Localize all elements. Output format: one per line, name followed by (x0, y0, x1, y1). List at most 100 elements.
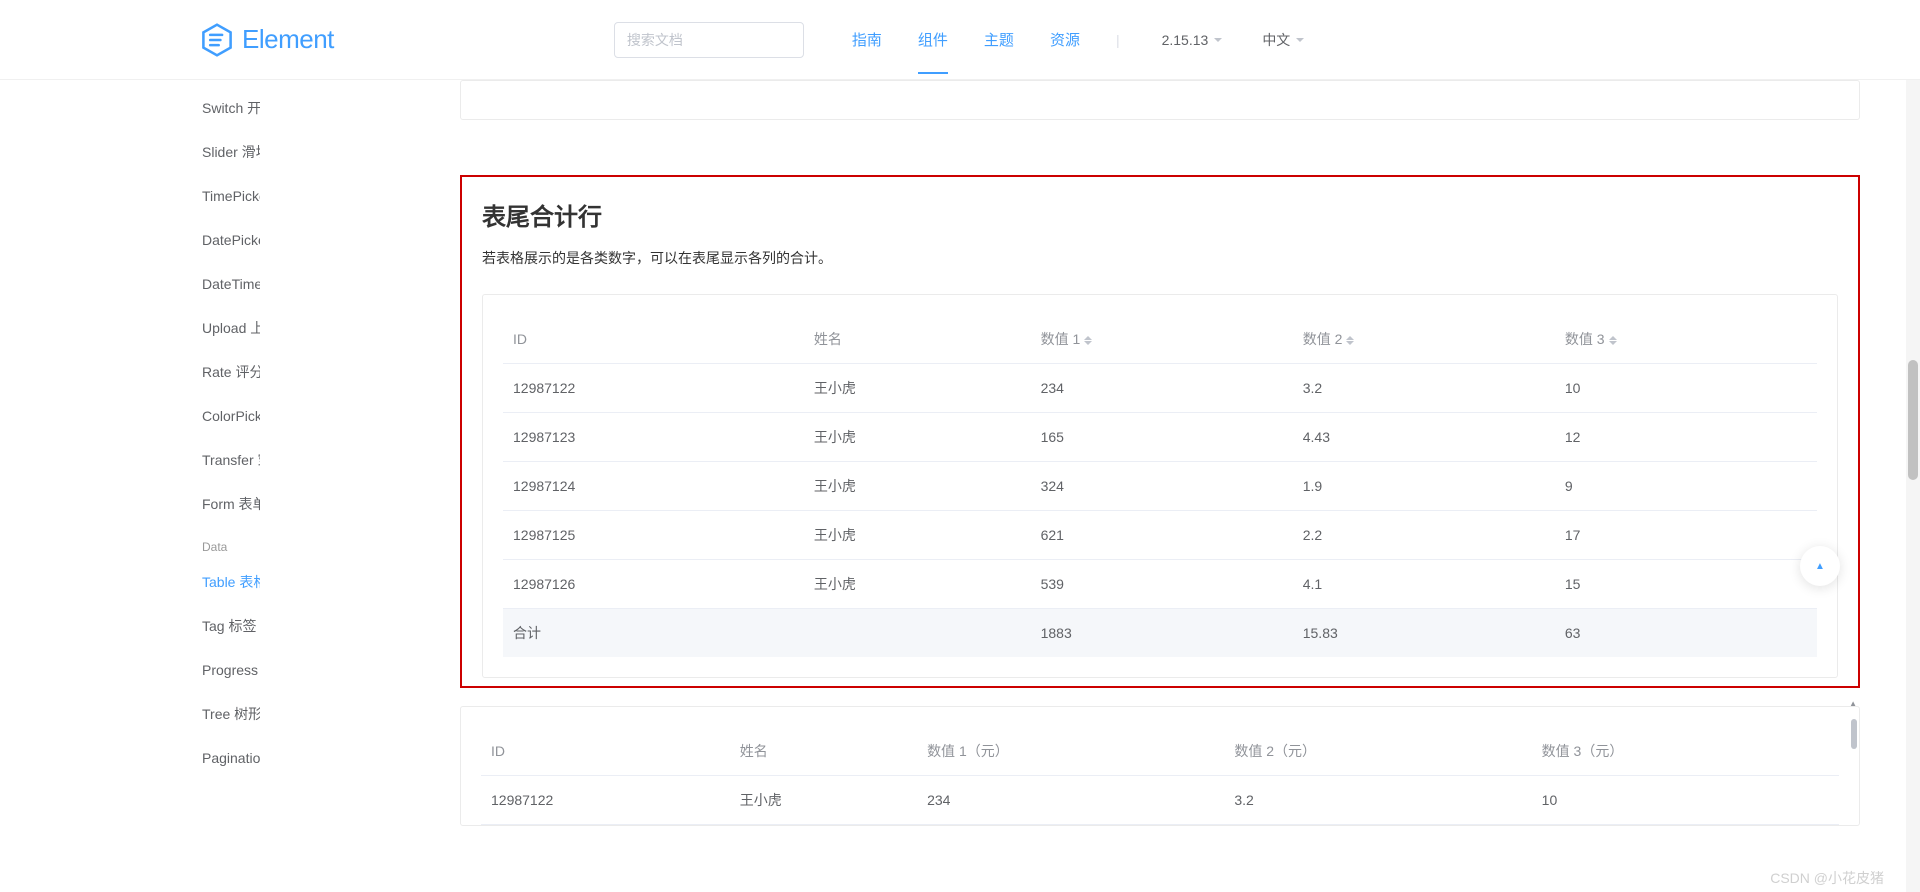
th-amount1[interactable]: 数值 1（元） (917, 727, 1224, 776)
th-id[interactable]: ID (503, 315, 804, 364)
th-amount3[interactable]: 数值 3 (1555, 315, 1817, 364)
table-cell: 9 (1555, 462, 1817, 511)
sidebar-item-progress[interactable]: Progress 进度条 (202, 648, 260, 692)
prev-demo-card-bottom (460, 80, 1860, 120)
table-cell: 621 (1031, 511, 1293, 560)
table-cell: 12 (1555, 413, 1817, 462)
table-cell: 165 (1031, 413, 1293, 462)
main-nav: 指南 组件 主题 资源 | 2.15.13 中文 (834, 5, 1904, 74)
chevron-down-icon (1296, 38, 1304, 46)
footer-cell: 合计 (503, 609, 804, 658)
chevron-down-icon (1214, 38, 1222, 46)
sidebar-item-timepicker[interactable]: TimePicker 时间选择器 (202, 174, 260, 218)
th-amount2[interactable]: 数值 2 (1293, 315, 1555, 364)
sidebar-item-form[interactable]: Form 表单 (202, 482, 260, 526)
table-cell: 王小虎 (804, 462, 1031, 511)
sidebar-item-colorpicker[interactable]: ColorPicker 颜色选择器 (202, 394, 260, 438)
demo-block-2: ▲ ID 姓名 数值 1（元） 数值 2（元） 数值 3（元） 12987122… (460, 706, 1860, 826)
table-cell: 234 (1031, 364, 1293, 413)
brand-logo[interactable]: Element (200, 23, 334, 57)
table-cell: 王小虎 (804, 560, 1031, 609)
table-row[interactable]: 12987122王小虎2343.210 (503, 364, 1817, 413)
page-scrollbar-track[interactable] (1906, 80, 1920, 892)
sidebar-item-datepicker[interactable]: DatePicker 日期选择器 (202, 218, 260, 262)
sidebar-item-datetimepicker[interactable]: DateTimePicker 日期时间选择器 (202, 262, 260, 306)
table-cell: 3.2 (1224, 776, 1531, 825)
language-dropdown[interactable]: 中文 (1262, 5, 1304, 74)
summary-table-2: ID 姓名 数值 1（元） 数值 2（元） 数值 3（元） 12987122王小… (481, 727, 1839, 825)
footer-cell: 15.83 (1293, 609, 1555, 658)
table-cell: 王小虎 (804, 511, 1031, 560)
version-text: 2.15.13 (1162, 32, 1209, 48)
sidebar: Switch 开关 Slider 滑块 TimePicker 时间选择器 Dat… (0, 80, 260, 892)
table-cell: 12987126 (503, 560, 804, 609)
sidebar-item-slider[interactable]: Slider 滑块 (202, 130, 260, 174)
sidebar-item-rate[interactable]: Rate 评分 (202, 350, 260, 394)
back-to-top-button[interactable]: ▲ (1800, 546, 1840, 586)
footer-cell (804, 609, 1031, 658)
table-cell: 539 (1031, 560, 1293, 609)
table-cell: 12987122 (503, 364, 804, 413)
sidebar-group-data: Data (202, 526, 260, 560)
section-title: 表尾合计行 (482, 197, 1838, 232)
brand-text: Element (242, 24, 334, 55)
page-scrollbar-thumb[interactable] (1908, 360, 1918, 480)
sidebar-item-transfer[interactable]: Transfer 穿梭框 (202, 438, 260, 482)
table-row[interactable]: 12987122王小虎2343.210 (481, 776, 1839, 825)
table-cell: 王小虎 (730, 776, 917, 825)
sort-caret-icon[interactable] (1084, 332, 1092, 349)
search-box (614, 22, 804, 58)
scroll-up-icon[interactable]: ▲ (1849, 699, 1857, 708)
th-amount3[interactable]: 数值 3（元） (1532, 727, 1839, 776)
sidebar-item-switch[interactable]: Switch 开关 (202, 86, 260, 130)
table-cell: 12987125 (503, 511, 804, 560)
table-cell: 4.1 (1293, 560, 1555, 609)
nav-components[interactable]: 组件 (918, 5, 948, 74)
th-amount1[interactable]: 数值 1 (1031, 315, 1293, 364)
nav-separator: | (1116, 32, 1120, 48)
th-name[interactable]: 姓名 (730, 727, 917, 776)
nav-theme[interactable]: 主题 (984, 5, 1014, 74)
table-row[interactable]: 12987123王小虎1654.4312 (503, 413, 1817, 462)
th-amount2[interactable]: 数值 2（元） (1224, 727, 1531, 776)
table-cell: 王小虎 (804, 413, 1031, 462)
sort-caret-icon[interactable] (1609, 332, 1617, 349)
logo-icon (200, 23, 234, 57)
table-cell: 2.2 (1293, 511, 1555, 560)
footer-cell: 1883 (1031, 609, 1293, 658)
search-input[interactable] (614, 22, 804, 58)
sort-caret-icon[interactable] (1346, 332, 1354, 349)
footer-cell: 63 (1555, 609, 1817, 658)
sidebar-item-tree[interactable]: Tree 树形控件 (202, 692, 260, 736)
content: 表尾合计行 若表格展示的是各类数字，可以在表尾显示各列的合计。 ID 姓名 数值… (460, 80, 1920, 892)
summary-table-1: ID 姓名 数值 1 数值 2 数值 3 12987122王小虎2343.210… (503, 315, 1817, 657)
table-row[interactable]: 12987126王小虎5394.115 (503, 560, 1817, 609)
sidebar-item-pagination[interactable]: Pagination 分页 (202, 736, 260, 780)
table-cell: 3.2 (1293, 364, 1555, 413)
sidebar-item-table[interactable]: Table 表格 (202, 560, 260, 604)
table-cell: 王小虎 (804, 364, 1031, 413)
watermark: CSDN @小花皮猪 (1770, 868, 1884, 888)
table-cell: 12987122 (481, 776, 730, 825)
sidebar-item-tag[interactable]: Tag 标签 (202, 604, 260, 648)
highlight-annotation: 表尾合计行 若表格展示的是各类数字，可以在表尾显示各列的合计。 ID 姓名 数值… (460, 175, 1860, 688)
nav-resources[interactable]: 资源 (1050, 5, 1080, 74)
th-name[interactable]: 姓名 (804, 315, 1031, 364)
lang-text: 中文 (1262, 30, 1290, 50)
table-cell: 4.43 (1293, 413, 1555, 462)
table-cell: 10 (1555, 364, 1817, 413)
table-cell: 10 (1532, 776, 1839, 825)
topbar: Element 指南 组件 主题 资源 | 2.15.13 中文 (0, 0, 1920, 80)
version-dropdown[interactable]: 2.15.13 (1162, 5, 1223, 74)
nav-guide[interactable]: 指南 (852, 5, 882, 74)
sidebar-item-upload[interactable]: Upload 上传 (202, 306, 260, 350)
th-id[interactable]: ID (481, 727, 730, 776)
table-cell: 234 (917, 776, 1224, 825)
table-cell: 17 (1555, 511, 1817, 560)
table-cell: 12987123 (503, 413, 804, 462)
inner-scrollbar-thumb[interactable] (1851, 719, 1857, 749)
table-row[interactable]: 12987124王小虎3241.99 (503, 462, 1817, 511)
table-cell: 12987124 (503, 462, 804, 511)
table-cell: 1.9 (1293, 462, 1555, 511)
table-row[interactable]: 12987125王小虎6212.217 (503, 511, 1817, 560)
